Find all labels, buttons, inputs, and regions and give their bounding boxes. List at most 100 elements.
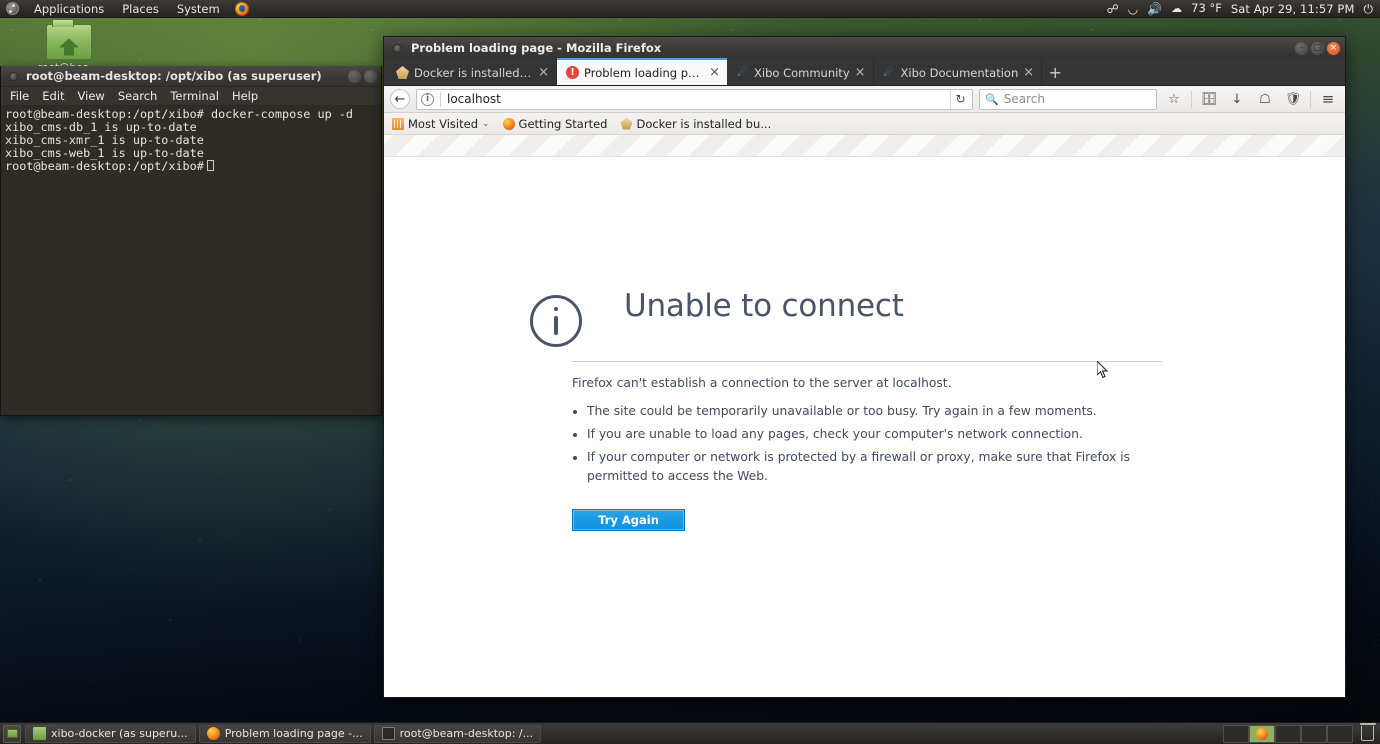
close-button[interactable]: × <box>1327 41 1340 55</box>
terminal-menu-file[interactable]: File <box>10 89 29 103</box>
taskbar-item-xibo-docker[interactable]: xibo-docker (as superu... <box>25 724 196 743</box>
firefox-icon <box>502 117 515 130</box>
xibo-icon: ☄ <box>883 65 895 79</box>
terminal-output[interactable]: root@beam-desktop:/opt/xibo# docker-comp… <box>1 106 381 415</box>
menu-system[interactable]: System <box>174 1 223 17</box>
bottom-panel: xibo-docker (as superu... Problem loadin… <box>0 722 1380 744</box>
bookmark-most-visited[interactable]: Most Visited ⌄ <box>392 117 490 131</box>
search-icon: 🔍 <box>985 92 999 106</box>
tab-label: Xibo Community <box>754 65 850 80</box>
error-page: Unable to connect Firefox can't establis… <box>384 157 1345 532</box>
volume-icon[interactable]: 🔊 <box>1147 3 1162 15</box>
power-icon[interactable]: ⏻ <box>1364 3 1374 15</box>
home-folder-icon <box>46 19 92 60</box>
error-bullet: The site could be temporarily unavailabl… <box>587 402 1162 421</box>
reload-icon[interactable]: ↻ <box>950 89 970 109</box>
bookmark-docker-installed[interactable]: Docker is installed bu... <box>620 117 771 131</box>
maximize-button[interactable]: □ <box>1311 41 1324 55</box>
firefox-window-controls[interactable]: – □ × <box>1295 41 1345 55</box>
tab-xibo-community[interactable]: ☄ Xibo Community × <box>727 60 874 85</box>
top-panel: Applications Places System ☍ ◡ 🔊 ☁ 73 °F… <box>0 0 1380 18</box>
temperature-label: 73 °F <box>1191 0 1222 15</box>
home-icon[interactable]: ☖ <box>1254 88 1276 110</box>
terminal-menu-search[interactable]: Search <box>118 89 158 103</box>
pocket-icon[interactable]: 🛡 <box>1282 88 1304 110</box>
workspace-2[interactable] <box>1249 724 1275 743</box>
tab-close-icon[interactable]: × <box>538 66 549 79</box>
firefox-tabbar: Docker is installed ... × ! Problem load… <box>384 58 1345 86</box>
tab-docker-installed[interactable]: Docker is installed ... × <box>387 60 557 85</box>
window-list: xibo-docker (as superu... Problem loadin… <box>25 724 542 743</box>
firefox-window[interactable]: Problem loading page - Mozilla Firefox –… <box>383 36 1346 698</box>
search-bar[interactable]: 🔍 Search <box>979 88 1157 110</box>
terminal-window-controls[interactable] <box>348 69 381 83</box>
error-bullet-list: The site could be temporarily unavailabl… <box>572 402 1162 486</box>
title-divider <box>572 361 1162 362</box>
terminal-cursor <box>206 160 214 171</box>
bookmark-label: Docker is installed bu... <box>636 116 772 131</box>
menu-places[interactable]: Places <box>119 1 162 17</box>
terminal-maximize-button[interactable] <box>364 69 377 83</box>
terminal-prompt-line: root@beam-desktop:/opt/xibo# <box>5 160 377 173</box>
new-tab-button[interactable]: + <box>1042 60 1068 85</box>
bookmark-getting-started[interactable]: Getting Started <box>502 117 607 131</box>
desktop-screen: root@beam-desktop Applications Places Sy… <box>0 0 1380 744</box>
terminal-menu-view[interactable]: View <box>78 89 105 103</box>
terminal-window-dot-icon <box>9 71 18 81</box>
taskbar-item-label: xibo-docker (as superu... <box>51 727 188 740</box>
firefox-navbar: ← i localhost ↻ 🔍 Search ☆ 🗄 ↓ ☖ 🛡 ≡ <box>384 86 1345 113</box>
terminal-menu-help[interactable]: Help <box>232 89 258 103</box>
back-button[interactable]: ← <box>390 89 410 109</box>
downloads-icon[interactable]: ↓ <box>1226 88 1248 110</box>
bluetooth-icon[interactable]: ☍ <box>1107 3 1119 15</box>
taskbar-item-label: root@beam-desktop: /... <box>399 727 534 740</box>
firefox-icon[interactable] <box>234 1 249 16</box>
workspace-4[interactable] <box>1301 724 1327 743</box>
terminal-icon <box>381 727 395 740</box>
urlbar-divider <box>440 91 441 107</box>
minimize-button[interactable]: – <box>1295 41 1308 55</box>
search-input[interactable]: Search <box>1004 92 1045 106</box>
url-bar[interactable]: i localhost ↻ <box>416 88 973 110</box>
workspace-1[interactable] <box>1223 724 1249 743</box>
terminal-menu-terminal[interactable]: Terminal <box>170 89 219 103</box>
firefox-icon <box>206 727 220 740</box>
terminal-window[interactable]: root@beam-desktop: /opt/xibo (as superus… <box>0 66 382 416</box>
workspace-3[interactable] <box>1275 724 1301 743</box>
show-desktop-button[interactable] <box>3 724 21 743</box>
tab-xibo-documentation[interactable]: ☄ Xibo Documentation × <box>874 60 1043 85</box>
url-input[interactable]: localhost <box>447 92 950 106</box>
firefox-window-title: Problem loading page - Mozilla Firefox <box>411 41 662 55</box>
site-identity-icon[interactable]: i <box>421 92 434 106</box>
tab-close-icon[interactable]: × <box>855 66 866 79</box>
taskbar-item-firefox[interactable]: Problem loading page -... <box>198 724 371 743</box>
taskbar-item-terminal[interactable]: root@beam-desktop: /... <box>373 724 542 743</box>
menu-applications[interactable]: Applications <box>31 1 107 17</box>
cloud-icon: ☁ <box>1171 2 1183 15</box>
terminal-minimize-button[interactable] <box>348 69 361 83</box>
folder-icon <box>33 727 46 740</box>
library-icon[interactable]: 🗄 <box>1198 88 1220 110</box>
ubuntu-logo-icon[interactable] <box>6 2 19 15</box>
striped-banner <box>384 135 1345 157</box>
workspace-switcher[interactable] <box>1223 724 1353 743</box>
firefox-icon <box>1256 727 1268 740</box>
tab-problem-loading-page[interactable]: ! Problem loading page × <box>557 58 727 85</box>
bookmark-label: Most Visited <box>408 116 478 131</box>
firefox-titlebar: Problem loading page - Mozilla Firefox –… <box>384 37 1345 59</box>
try-again-button[interactable]: Try Again <box>572 509 685 532</box>
bookmark-star-icon[interactable]: ☆ <box>1163 88 1185 110</box>
tab-close-icon[interactable]: × <box>709 66 720 79</box>
workspace-5[interactable] <box>1327 724 1353 743</box>
terminal-prompt: root@beam-desktop:/opt/xibo# <box>5 159 204 173</box>
tab-close-icon[interactable]: × <box>1023 66 1034 79</box>
hamburger-menu-icon[interactable]: ≡ <box>1317 88 1339 110</box>
tab-label: Problem loading page <box>584 65 705 80</box>
wifi-icon[interactable]: ◡ <box>1128 3 1138 15</box>
chevron-down-icon: ⌄ <box>482 118 490 129</box>
clock[interactable]: Sat Apr 29, 11:57 PM <box>1231 2 1355 16</box>
terminal-menu-edit[interactable]: Edit <box>42 89 64 103</box>
terminal-title: root@beam-desktop: /opt/xibo (as superus… <box>26 69 322 83</box>
trash-icon[interactable] <box>1359 723 1376 741</box>
system-tray: ☍ ◡ 🔊 ☁ 73 °F Sat Apr 29, 11:57 PM ⏻ <box>1107 2 1380 16</box>
